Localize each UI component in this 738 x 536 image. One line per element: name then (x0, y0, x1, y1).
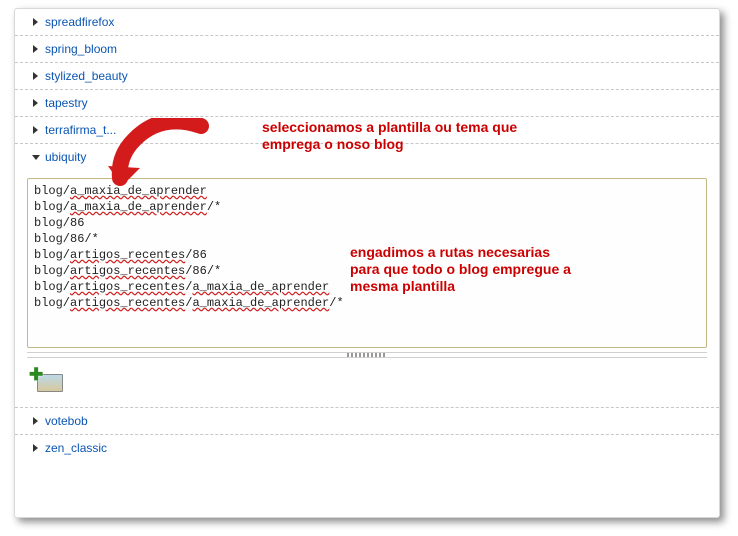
resize-handle-track (27, 352, 707, 358)
caret-right-icon (33, 18, 38, 26)
plus-icon: ✚ (29, 368, 44, 383)
theme-row[interactable]: votebob (15, 408, 719, 435)
theme-row[interactable]: tapestry (15, 90, 719, 117)
themes-panel: spreadfirefox spring_bloom stylized_beau… (14, 8, 720, 518)
caret-right-icon (33, 99, 38, 107)
theme-link[interactable]: stylized_beauty (45, 69, 128, 83)
caret-right-icon (33, 417, 38, 425)
theme-link[interactable]: tapestry (45, 96, 88, 110)
caret-right-icon (33, 126, 38, 134)
theme-row[interactable]: terrafirma_t... (15, 117, 719, 144)
theme-row[interactable]: spreadfirefox (15, 9, 719, 36)
caret-down-icon (32, 155, 40, 160)
paths-textarea[interactable]: blog/a_maxia_de_aprenderblog/a_maxia_de_… (27, 178, 707, 348)
caret-right-icon (33, 444, 38, 452)
caret-right-icon (33, 45, 38, 53)
theme-row[interactable]: zen_classic (15, 435, 719, 461)
theme-link[interactable]: votebob (45, 414, 88, 428)
theme-row-expanded[interactable]: ubiquity (15, 144, 719, 170)
theme-row[interactable]: stylized_beauty (15, 63, 719, 90)
theme-link[interactable]: zen_classic (45, 441, 107, 455)
theme-link[interactable]: spring_bloom (45, 42, 117, 56)
caret-right-icon (33, 72, 38, 80)
theme-row[interactable]: spring_bloom (15, 36, 719, 63)
theme-link[interactable]: spreadfirefox (45, 15, 114, 29)
theme-link[interactable]: ubiquity (45, 150, 86, 164)
theme-link[interactable]: terrafirma_t... (45, 123, 116, 137)
theme-expanded-content: blog/a_maxia_de_aprenderblog/a_maxia_de_… (15, 170, 719, 408)
resize-handle[interactable] (347, 353, 387, 357)
add-image-button[interactable]: ✚ (29, 368, 63, 392)
